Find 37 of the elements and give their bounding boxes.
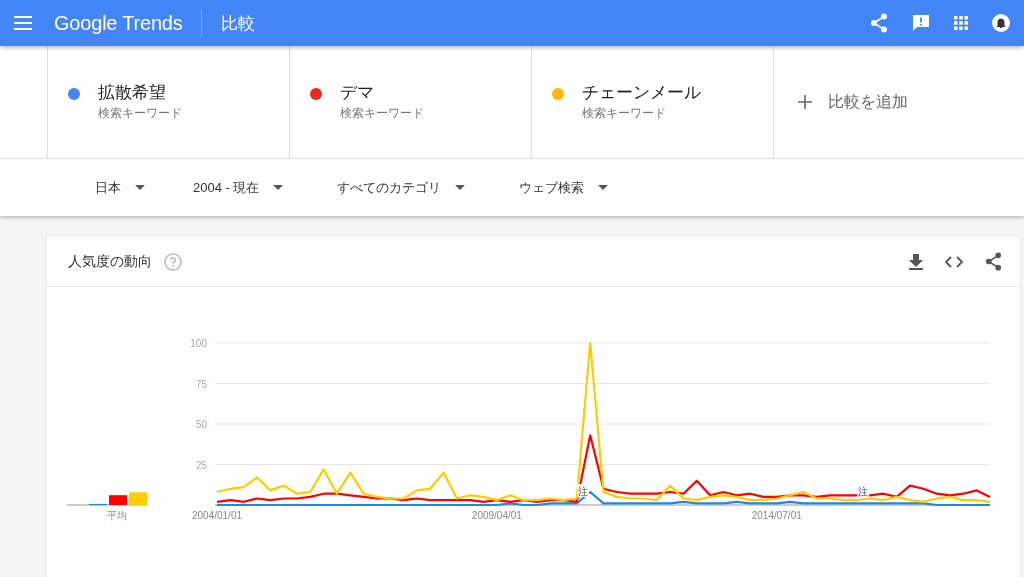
term-name: 拡散希望 (98, 82, 167, 104)
caret-icon (273, 185, 284, 190)
x-tick-label: 2009/04/01 (471, 510, 522, 521)
average-label: 平均 (107, 510, 127, 521)
help-icon[interactable] (164, 252, 182, 271)
caret-icon (455, 185, 466, 190)
filter-dropdown[interactable]: 2004 - 現在 (181, 172, 296, 203)
y-tick-label: 75 (195, 378, 207, 390)
x-tick-label: 2014/07/01 (751, 510, 802, 521)
x-tick-label: 2004/01/01 (191, 510, 243, 521)
y-tick-label: 25 (195, 459, 207, 471)
term-type: 検索キーワード (582, 105, 667, 122)
app-logo[interactable]: Google Trends (54, 11, 183, 35)
share-icon[interactable] (985, 252, 1002, 271)
filter-dropdown[interactable]: ウェブ検索 (507, 172, 621, 203)
filter-dropdown[interactable]: すべてのカテゴリ (325, 172, 478, 203)
download-icon[interactable] (909, 253, 923, 270)
embed-code-icon[interactable] (945, 255, 963, 268)
apps-icon[interactable] (954, 16, 968, 30)
term-name: デマ (340, 82, 375, 104)
caret-icon (135, 185, 145, 190)
term-type: 検索キーワード (98, 105, 182, 122)
term-type: 検索キーワード (340, 105, 424, 122)
annotation-marker[interactable]: 注 (858, 486, 869, 497)
section-title: 人気度の動向 (68, 252, 152, 271)
filter-dropdown[interactable]: 日本 (83, 172, 157, 203)
menu-icon[interactable] (14, 16, 32, 30)
page-title: 比較 (220, 12, 255, 35)
annotation-marker[interactable]: 注 (578, 486, 589, 497)
notification-icon[interactable] (992, 14, 1010, 32)
plus-icon (798, 95, 812, 109)
term-name: チェーンメール (582, 82, 701, 104)
caret-icon (598, 185, 609, 190)
y-tick-label: 100 (190, 338, 207, 349)
share-icon[interactable] (870, 13, 888, 33)
y-tick-label: 50 (195, 419, 207, 430)
feedback-icon[interactable] (912, 14, 930, 32)
